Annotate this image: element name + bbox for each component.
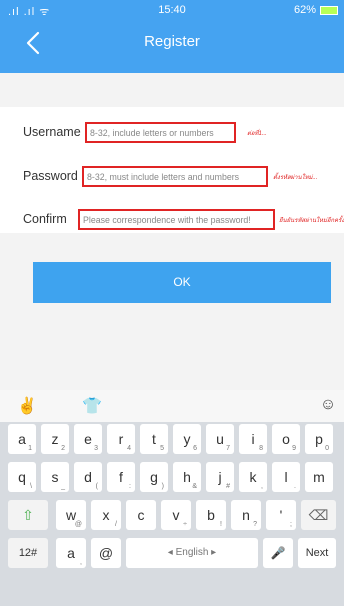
key-l[interactable]: l.: [272, 462, 300, 492]
key-j[interactable]: j #: [206, 462, 234, 492]
key-h[interactable]: h &: [173, 462, 201, 492]
shift-key[interactable]: ⇧: [8, 500, 48, 530]
confirm-input[interactable]: Please correspondence with the password!: [78, 209, 275, 230]
key-n[interactable]: n?: [231, 500, 261, 530]
key-o[interactable]: o9: [272, 424, 300, 454]
confirm-row: Confirm Please correspondence with the p…: [0, 204, 344, 236]
battery-percent: 62%: [293, 4, 316, 16]
username-input[interactable]: 8-32, include letters or numbers: [85, 122, 236, 143]
ok-button[interactable]: OK: [33, 262, 331, 303]
next-key[interactable]: Next: [298, 538, 336, 568]
key-u[interactable]: u7: [206, 424, 234, 454]
status-time: 15:40: [158, 4, 186, 16]
username-label: Username: [23, 125, 81, 139]
swype-icon[interactable]: ✌: [15, 396, 39, 418]
password-hint: ตั้งรหัสผ่านใหม่...: [273, 175, 318, 181]
keyboard-row-3: ⇧ w @ x / c v ÷ b! n? '; ⌫: [0, 500, 344, 534]
keyboard-row-1: a1 z2 e3 r4 t5 y6 u7 i8 o9 p0: [0, 424, 344, 458]
key-r[interactable]: r4: [107, 424, 135, 454]
username-hint: ต่อที่1...: [247, 131, 267, 137]
register-screen: .ıl .ıl ᯤ 15:40 62% Register Username 8-…: [0, 0, 344, 606]
key-s[interactable]: s _: [41, 462, 69, 492]
space-key[interactable]: ◂ English ▸: [126, 538, 258, 568]
key-x[interactable]: x /: [91, 500, 121, 530]
page-title: Register: [144, 33, 200, 50]
emoji-icon[interactable]: ☺: [316, 396, 340, 418]
key-m[interactable]: m: [305, 462, 333, 492]
at-key[interactable]: @: [91, 538, 121, 568]
shirt-theme-icon[interactable]: 👕: [80, 396, 104, 418]
keyboard-toolbar: ✌ 👕 ☺: [0, 390, 344, 422]
key-t[interactable]: t5: [140, 424, 168, 454]
username-row: Username 8-32, include letters or number…: [0, 117, 344, 149]
mic-icon[interactable]: 🎤: [263, 538, 293, 568]
key-i[interactable]: i8: [239, 424, 267, 454]
password-row: Password 8-32, must include letters and …: [0, 161, 344, 193]
key-z[interactable]: z2: [41, 424, 69, 454]
key-w[interactable]: w @: [56, 500, 86, 530]
key-b[interactable]: b!: [196, 500, 226, 530]
key-a-comma[interactable]: a,: [56, 538, 86, 568]
key-apostrophe[interactable]: ';: [266, 500, 296, 530]
keyboard-row-4: 12# a, @ ◂ English ▸ 🎤 Next .: [0, 538, 344, 572]
register-form: Username 8-32, include letters or number…: [0, 107, 344, 233]
key-v[interactable]: v ÷: [161, 500, 191, 530]
backspace-key[interactable]: ⌫: [301, 500, 336, 530]
key-d[interactable]: d(: [74, 462, 102, 492]
password-label: Password: [23, 169, 78, 183]
password-input[interactable]: 8-32, must include letters and numbers: [82, 166, 268, 187]
confirm-hint: ยืนยันรหัสผ่านใหม่อีกครั้ง...: [279, 218, 344, 224]
key-y[interactable]: y6: [173, 424, 201, 454]
status-bar: .ıl .ıl ᯤ 15:40 62%: [0, 0, 344, 20]
key-f[interactable]: f:: [107, 462, 135, 492]
key-a[interactable]: a1: [8, 424, 36, 454]
numbers-key[interactable]: 12#: [8, 538, 48, 568]
key-e[interactable]: e3: [74, 424, 102, 454]
virtual-keyboard: ✌ 👕 ☺ a1 z2 e3 r4 t5 y6 u7 i8 o9 p0 q \ s…: [0, 390, 344, 606]
keyboard-row-2: q \ s _ d( f: g) h & j # k, l. m: [0, 462, 344, 496]
key-p[interactable]: p0: [305, 424, 333, 454]
battery-icon: [320, 6, 338, 15]
key-q[interactable]: q \: [8, 462, 36, 492]
key-c[interactable]: c: [126, 500, 156, 530]
key-k[interactable]: k,: [239, 462, 267, 492]
key-g[interactable]: g): [140, 462, 168, 492]
confirm-label: Confirm: [23, 212, 67, 226]
app-header: .ıl .ıl ᯤ 15:40 62% Register: [0, 0, 344, 73]
